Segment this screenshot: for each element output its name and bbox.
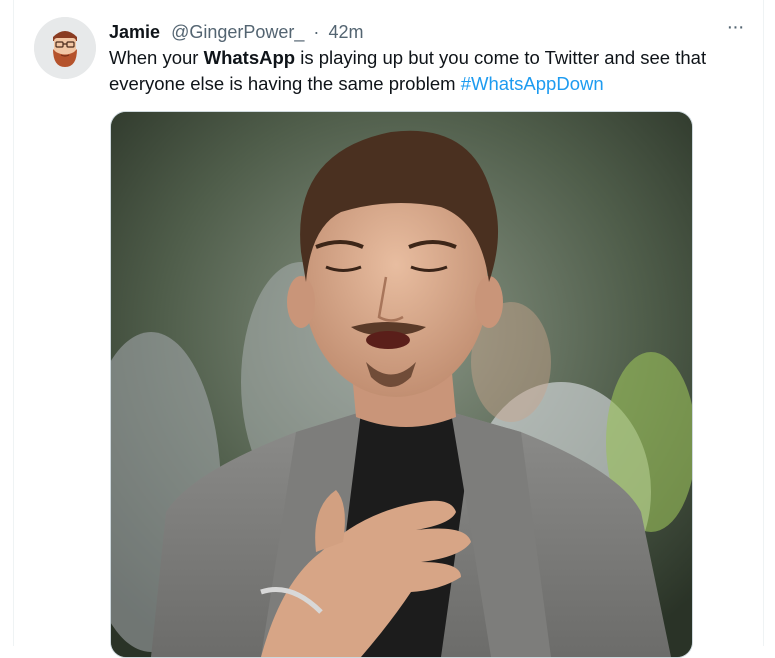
author-handle[interactable]: @GingerPower_ <box>171 22 304 42</box>
tweet[interactable]: Jamie @GingerPower_ · 42m ··· When your … <box>14 0 763 658</box>
tweet-text-bold: WhatsApp <box>203 47 296 68</box>
timestamp[interactable]: 42m <box>328 22 363 42</box>
timeline-border-right <box>763 0 764 646</box>
separator-dot: · <box>313 22 320 42</box>
avatar[interactable] <box>34 17 96 79</box>
author-name[interactable]: Jamie <box>109 22 160 42</box>
hashtag-link[interactable]: #WhatsAppDown <box>461 73 604 94</box>
cartoon-ginger-avatar-icon <box>34 17 96 79</box>
tweet-header: Jamie @GingerPower_ · 42m <box>109 20 363 44</box>
photo-man-hand-on-chest <box>111 112 692 657</box>
tweet-text: When your WhatsApp is playing up but you… <box>109 45 739 97</box>
tweet-photo[interactable] <box>110 111 693 658</box>
more-options-icon[interactable]: ··· <box>720 17 750 41</box>
tweet-text-start: When your <box>109 47 204 68</box>
